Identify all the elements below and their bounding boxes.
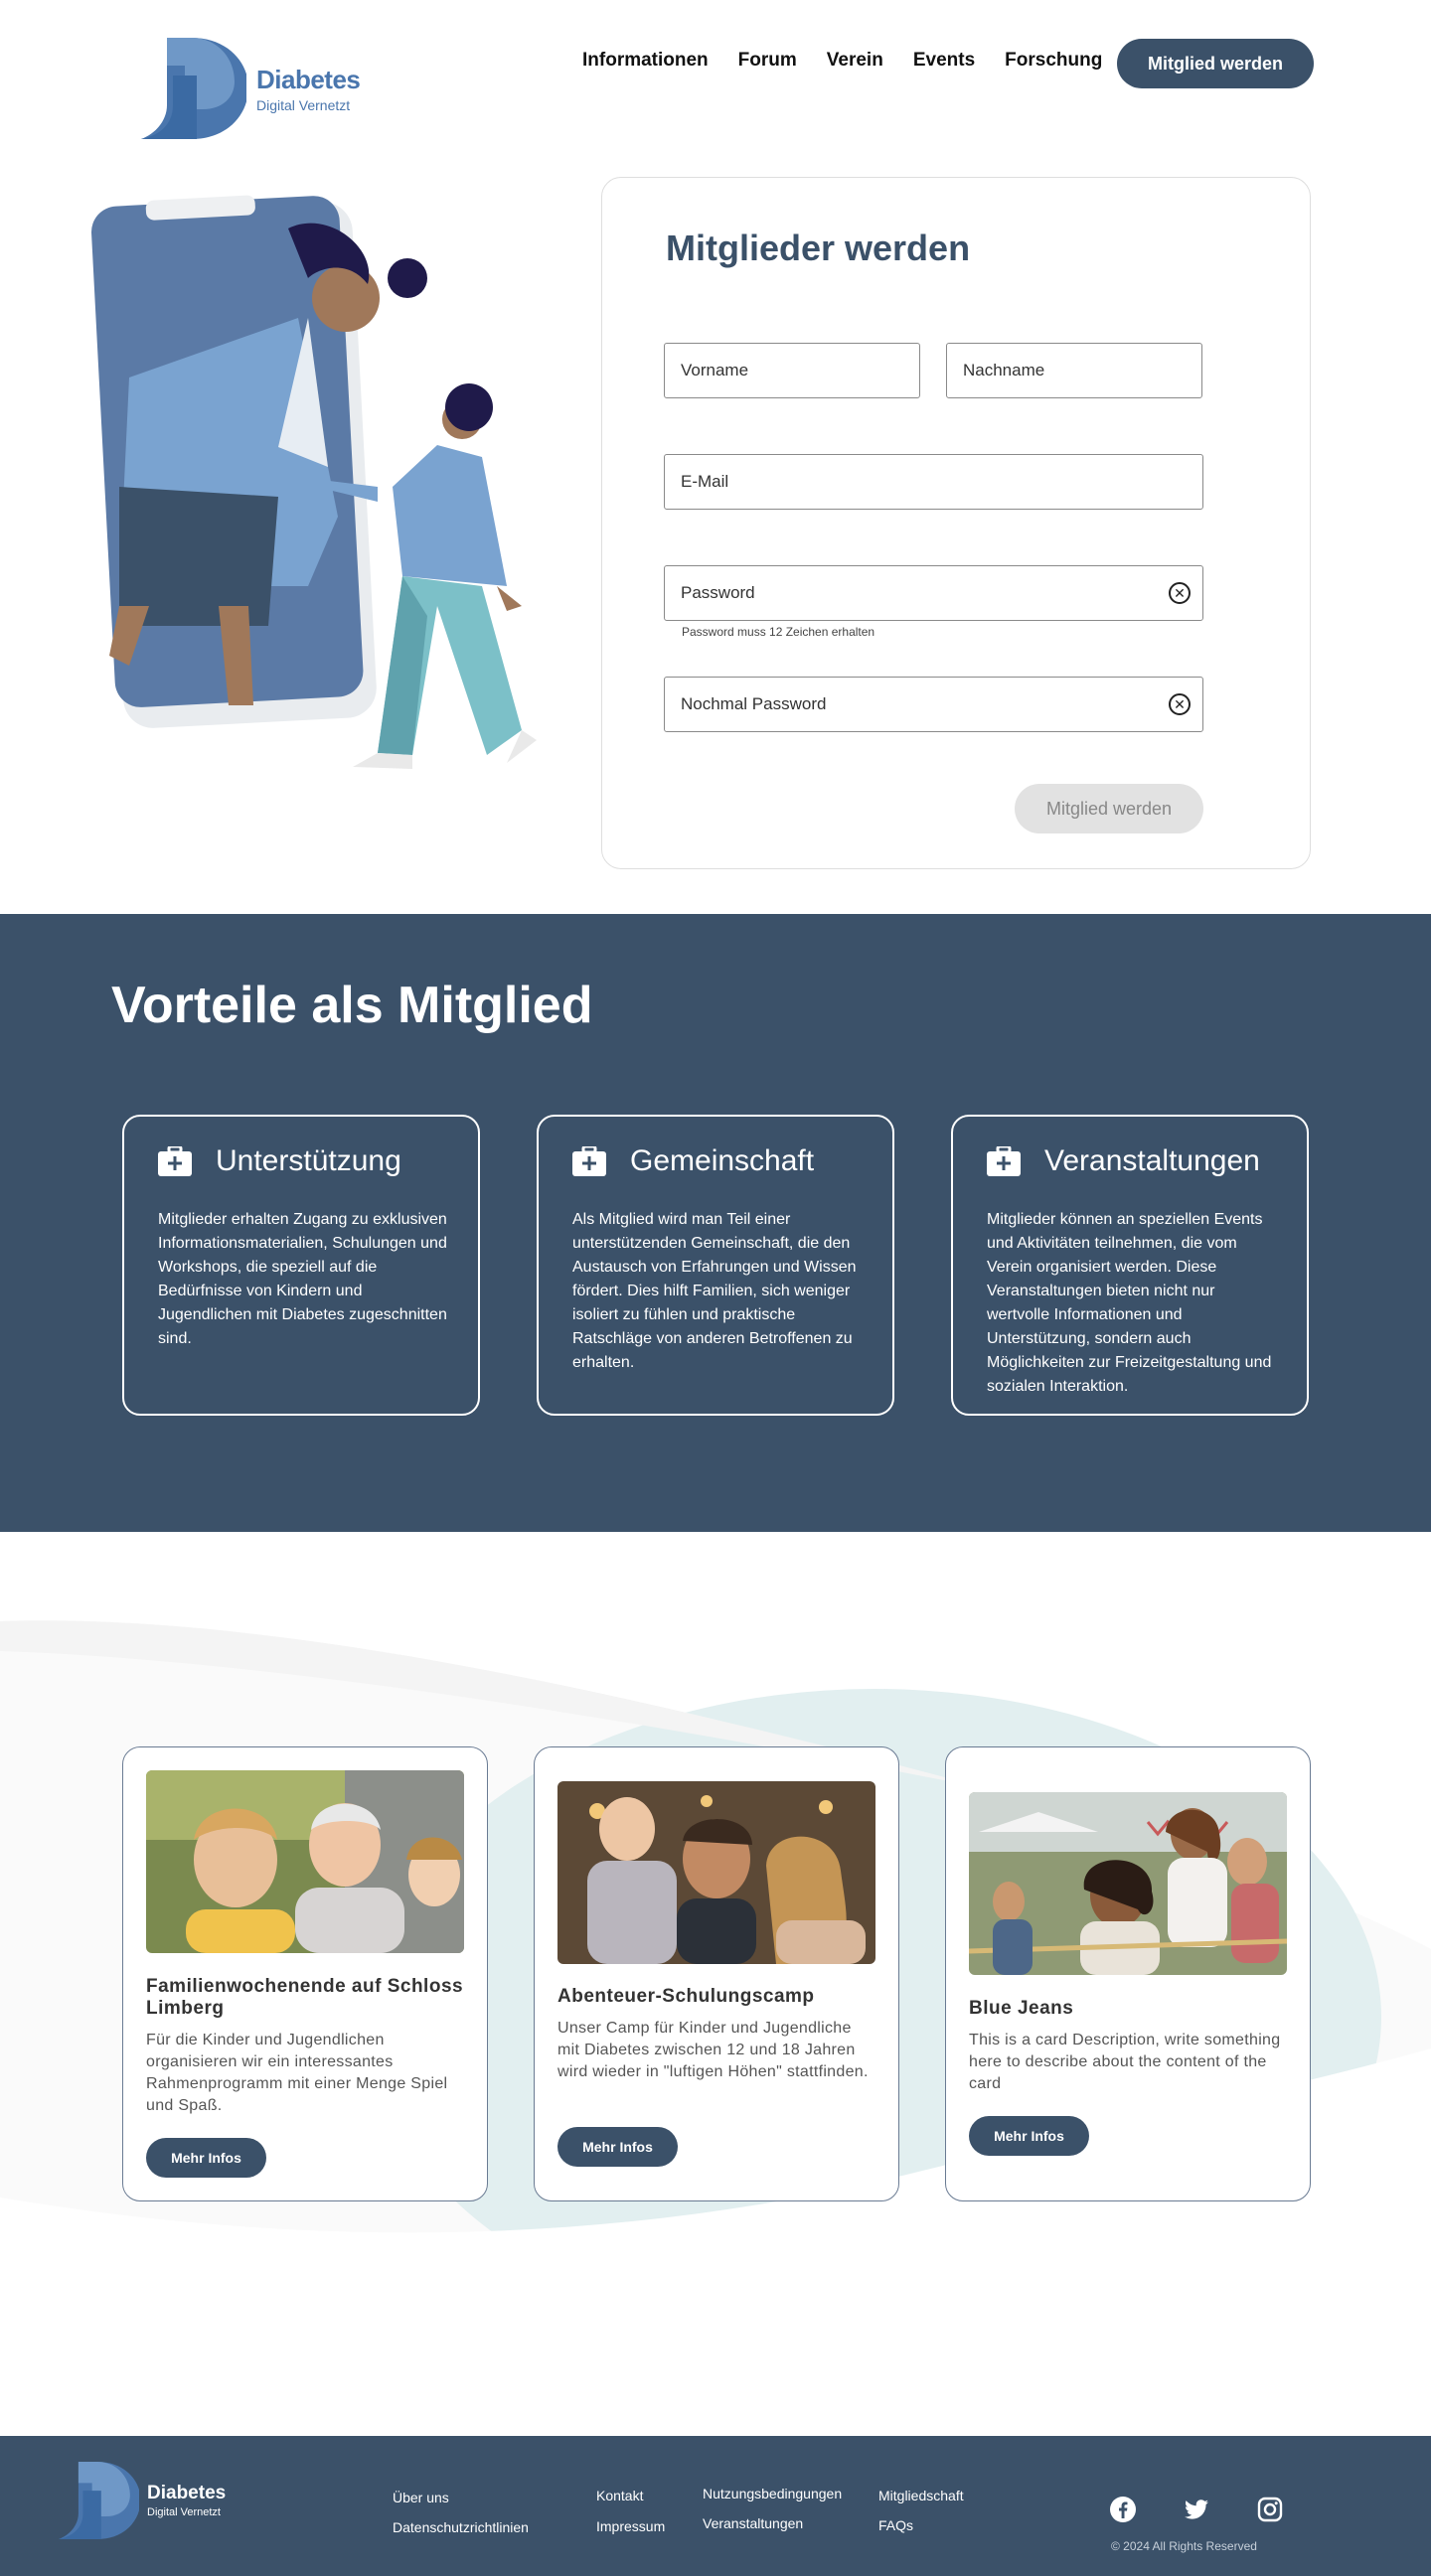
firstname-input[interactable]: Vorname [664,343,920,398]
footer-link-about[interactable]: Über uns [393,2490,449,2505]
benefit-card: Veranstaltungen Mitglieder können an spe… [951,1115,1309,1416]
benefit-text: Mitglieder erhalten Zugang zu exklusiven… [158,1211,447,1347]
password-placeholder: Password [681,583,755,602]
logo[interactable]: Diabetes Digital Vernetzt [137,36,361,141]
footer-logo-subtitle: Digital Vernetzt [147,2506,221,2518]
password-input[interactable]: Password ✕ [664,565,1203,621]
event-description: This is a card Description, write someth… [969,2032,1281,2092]
signup-form-card: Mitglieder werden Vorname Nachname E-Mai… [601,177,1311,869]
benefit-card: Gemeinschaft Als Mitglied wird man Teil … [537,1115,894,1416]
nav-item-verein[interactable]: Verein [827,50,883,72]
footer-link-imprint[interactable]: Impressum [596,2518,665,2534]
clear-password-icon[interactable]: ✕ [1169,582,1191,604]
event-description: Für die Kinder und Jugendlichen organisi… [146,2032,448,2114]
form-title: Mitglieder werden [666,227,971,268]
logo-mark-icon [141,38,246,139]
site-header: Diabetes Digital Vernetzt Informationen … [0,0,1431,149]
event-title: Blue Jeans [969,1998,1074,2019]
twitter-icon[interactable] [1183,2496,1210,2523]
family-phone-illustration [90,195,537,769]
footer-logo[interactable]: Diabetes Digital Vernetzt [56,2460,226,2541]
medical-kit-icon [572,1146,606,1176]
footer-link-events[interactable]: Veranstaltungen [703,2515,803,2531]
footer-logo-text: Diabetes Digital Vernetzt [147,2483,226,2518]
events-section: Familienwochenende auf Schloss Limberg F… [0,1532,1431,2436]
event-title: Abenteuer-Schulungscamp [557,1986,815,2007]
medical-kit-icon [158,1146,192,1176]
footer-link-faqs[interactable]: FAQs [878,2517,913,2533]
more-info-button[interactable]: Mehr Infos [557,2127,678,2167]
copyright-text: © 2024 All Rights Reserved [1111,2539,1257,2553]
footer-logo-title: Diabetes [147,2483,227,2503]
nav-item-informationen[interactable]: Informationen [582,50,709,72]
footer-link-privacy[interactable]: Datenschutzrichtlinien [393,2519,529,2535]
event-card: Familienwochenende auf Schloss Limberg F… [122,1746,488,2201]
clear-password-repeat-icon[interactable]: ✕ [1169,693,1191,715]
become-member-button[interactable]: Mitglied werden [1117,39,1314,88]
footer-link-contact[interactable]: Kontakt [596,2488,643,2503]
benefit-text: Als Mitglied wird man Teil einer unterst… [572,1211,857,1371]
lastname-input[interactable]: Nachname [946,343,1202,398]
more-info-button[interactable]: Mehr Infos [969,2116,1089,2156]
submit-button[interactable]: Mitglied werden [1015,784,1203,833]
event-photo-family[interactable] [557,1781,875,1964]
benefit-title: Veranstaltungen [1044,1144,1260,1177]
more-info-button[interactable]: Mehr Infos [146,2138,266,2178]
logo-mark-icon [59,2462,139,2539]
benefit-title: Unterstützung [216,1144,401,1177]
password-hint: Password muss 12 Zeichen erhalten [682,625,875,639]
logo-subtitle: Digital Vernetzt [256,96,351,113]
medical-kit-icon [987,1146,1021,1176]
event-description: Unser Camp für Kinder und Jugendliche mi… [557,2020,869,2080]
nav-item-forschung[interactable]: Forschung [1005,50,1102,72]
logo-text: Diabetes Digital Vernetzt [256,64,361,113]
email-input[interactable]: E-Mail [664,454,1203,510]
nav-item-events[interactable]: Events [913,50,975,72]
nav-item-forum[interactable]: Forum [738,50,797,72]
footer-link-terms[interactable]: Nutzungsbedingungen [703,2486,842,2501]
logo-title: Diabetes [256,64,361,94]
benefits-section: Vorteile als Mitglied Unterstützung Mitg… [0,914,1431,1532]
facebook-icon[interactable] [1109,2496,1137,2523]
event-card: Abenteuer-Schulungscamp Unser Camp für K… [534,1746,899,2201]
main-nav: Informationen Forum Verein Events Forsch… [582,50,1132,72]
event-photo-tug-of-war[interactable] [969,1792,1287,1975]
page: Diabetes Digital Vernetzt Informationen … [0,0,1431,2576]
password-repeat-placeholder: Nochmal Password [681,694,827,713]
event-card: Blue Jeans This is a card Description, w… [945,1746,1311,2201]
benefit-card: Unterstützung Mitglieder erhalten Zugang… [122,1115,480,1416]
instagram-icon[interactable] [1256,2496,1284,2523]
event-photo-grandfather-children[interactable] [146,1770,464,1953]
footer-link-membership[interactable]: Mitgliedschaft [878,2488,964,2503]
benefit-text: Mitglieder können an speziellen Events u… [987,1211,1272,1395]
event-title: Familienwochenende auf Schloss Limberg [146,1976,464,2019]
password-repeat-input[interactable]: Nochmal Password ✕ [664,677,1203,732]
benefit-title: Gemeinschaft [630,1144,815,1177]
benefits-title: Vorteile als Mitglied [111,977,593,1034]
site-footer: Diabetes Digital Vernetzt Über uns Daten… [0,2436,1431,2576]
